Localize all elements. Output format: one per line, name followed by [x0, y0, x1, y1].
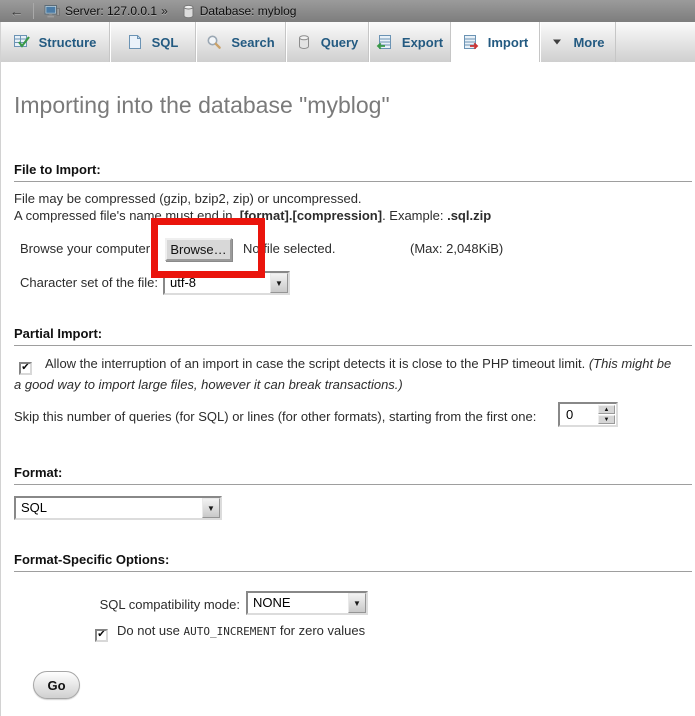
stepper-down-icon[interactable] — [598, 415, 615, 424]
auto-increment-label-prefix: Do not use — [117, 623, 184, 638]
breadcrumb-database[interactable]: Database: myblog — [182, 4, 297, 19]
auto-increment-checkbox[interactable] — [95, 629, 108, 642]
tab-label: More — [573, 35, 604, 50]
tab-bar: Structure SQL Search — [0, 22, 695, 62]
skip-queries-stepper[interactable]: 0 — [558, 402, 618, 427]
filename-rule-mid: . Example: — [382, 208, 447, 223]
breadcrumb-separator: » — [161, 4, 168, 18]
format-heading: Format: — [14, 465, 692, 485]
filename-rule: A compressed file's name must end in .[f… — [14, 208, 491, 223]
auto-increment-label-suffix: for zero values — [276, 623, 365, 638]
format-specific-options-heading: Format-Specific Options: — [14, 552, 692, 572]
format-select[interactable]: SQL — [14, 496, 222, 520]
back-arrow-icon[interactable]: ← — [0, 3, 34, 19]
format-select-value: SQL — [16, 498, 202, 518]
interrupt-label: Allow the interruption of an import in c… — [45, 356, 589, 371]
format-select-arrow-icon[interactable] — [202, 498, 220, 518]
charset-select-value: utf-8 — [165, 273, 270, 293]
sql-compat-select[interactable]: NONE — [246, 591, 368, 615]
tab-label: Structure — [39, 35, 97, 50]
structure-icon — [13, 34, 30, 50]
tab-export[interactable]: Export — [369, 22, 451, 62]
charset-label: Character set of the file: — [20, 275, 158, 290]
sql-compat-label: SQL compatibility mode: — [14, 597, 240, 612]
page-title: Importing into the database "myblog" — [14, 92, 390, 119]
charset-select-arrow-icon[interactable] — [270, 273, 288, 293]
sql-compat-select-value: NONE — [248, 593, 348, 613]
stepper-up-icon[interactable] — [598, 405, 615, 414]
query-icon — [296, 34, 312, 50]
breadcrumb-server-label: Server: 127.0.0.1 — [65, 4, 157, 18]
file-to-import-heading: File to Import: — [14, 162, 692, 182]
filename-rule-prefix: A compressed file's name must end in — [14, 208, 236, 223]
auto-increment-code: AUTO_INCREMENT — [184, 625, 277, 638]
export-icon — [376, 34, 393, 50]
charset-select[interactable]: utf-8 — [163, 271, 290, 295]
tab-more[interactable]: More — [540, 22, 616, 62]
filename-rule-example: .sql.zip — [447, 208, 491, 223]
sql-icon — [127, 34, 143, 50]
chevron-down-icon — [550, 35, 564, 49]
tab-label: Export — [402, 35, 443, 50]
phpmyadmin-import-page: ← Server: 127.0.0.1 » Databa — [0, 0, 695, 716]
partial-import-heading: Partial Import: — [14, 326, 692, 346]
skip-queries-value: 0 — [560, 404, 597, 425]
tab-structure[interactable]: Structure — [0, 22, 110, 62]
browse-label: Browse your computer: — [20, 241, 154, 256]
tab-sql[interactable]: SQL — [110, 22, 196, 62]
breadcrumb: ← Server: 127.0.0.1 » Databa — [0, 0, 695, 22]
tab-label: Query — [321, 35, 359, 50]
tab-import[interactable]: Import — [451, 22, 540, 62]
breadcrumb-server[interactable]: Server: 127.0.0.1 — [44, 4, 157, 19]
database-icon — [182, 4, 195, 19]
tab-label: SQL — [152, 35, 179, 50]
stepper-buttons — [598, 405, 615, 424]
search-icon — [206, 34, 222, 50]
filename-rule-pattern: .[format].[compression] — [236, 208, 382, 223]
browse-button[interactable]: Browse… — [165, 238, 232, 261]
breadcrumb-database-label: Database: myblog — [200, 4, 297, 18]
tab-query[interactable]: Query — [286, 22, 369, 62]
tab-label: Import — [488, 35, 528, 50]
tab-label: Search — [231, 35, 274, 50]
max-size-text: (Max: 2,048KiB) — [410, 241, 503, 256]
no-file-selected-text: No file selected. — [243, 241, 336, 256]
interrupt-option-row: Allow the interruption of an import in c… — [14, 354, 681, 394]
go-button[interactable]: Go — [33, 671, 80, 699]
server-monitor-icon — [44, 4, 60, 19]
auto-increment-option-row: Do not use AUTO_INCREMENT for zero value… — [95, 623, 365, 642]
tab-search[interactable]: Search — [196, 22, 286, 62]
content-left-border — [0, 22, 1, 716]
skip-queries-label: Skip this number of queries (for SQL) or… — [14, 409, 536, 424]
compression-note: File may be compressed (gzip, bzip2, zip… — [14, 191, 362, 206]
import-icon — [462, 34, 479, 50]
interrupt-checkbox[interactable] — [19, 362, 32, 375]
sql-compat-select-arrow-icon[interactable] — [348, 593, 366, 613]
